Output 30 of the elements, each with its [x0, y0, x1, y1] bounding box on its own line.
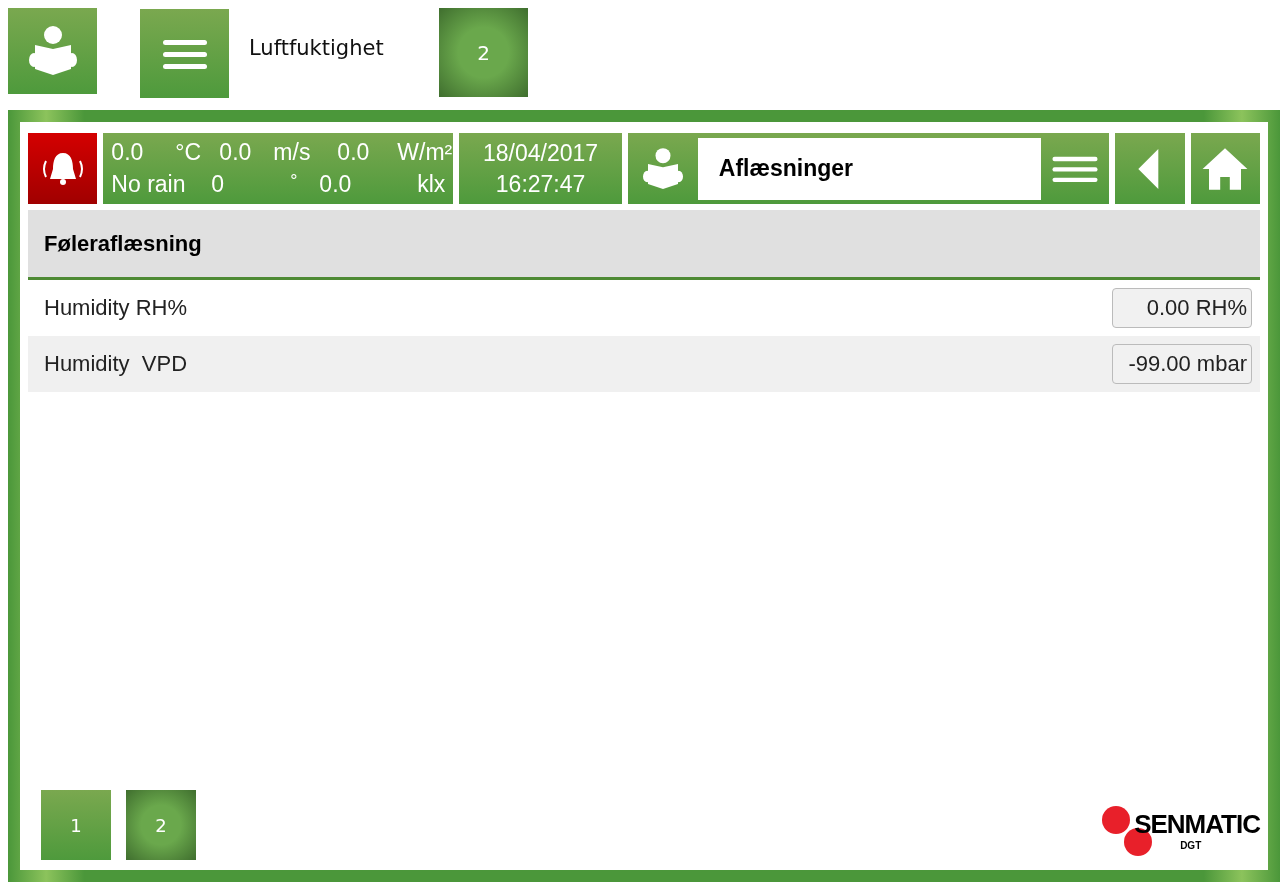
page-button[interactable]: 2 [126, 790, 196, 860]
reading-label: Humidity RH% [44, 295, 188, 321]
page-number: 2 [439, 8, 528, 97]
reading-value: -99.00 mbar [1112, 344, 1252, 384]
weather-value: °C [175, 139, 203, 167]
reader-button[interactable] [8, 8, 97, 94]
back-button[interactable] [1115, 133, 1185, 204]
weather-value: 0.0 [219, 139, 253, 167]
menu-button[interactable] [140, 9, 229, 98]
time-text: 16:27:47 [495, 169, 586, 199]
weather-value: W/m² [397, 139, 453, 167]
page-title: Luftfuktighet [249, 36, 385, 60]
section-title: Føleraflæsning [44, 230, 202, 257]
weather-value: m/s [273, 139, 312, 167]
home-button[interactable] [1190, 133, 1260, 204]
weather-value: klx [417, 170, 446, 198]
weather-value: No rain [111, 170, 187, 198]
reading-value: 0.00 RH% [1112, 288, 1252, 328]
weather-value: 0.0 [318, 170, 353, 198]
weather-value: 0 [211, 170, 226, 198]
screen-title: Aflæsninger [697, 137, 1042, 200]
logo-name: SENMATIC [1134, 809, 1260, 840]
logo-subtitle: DGT [1180, 840, 1203, 851]
alarm-button[interactable] [28, 133, 98, 204]
weather-value: 0.0 [337, 139, 371, 167]
page-button[interactable]: 1 [41, 790, 111, 860]
weather-value: ° [290, 170, 298, 193]
reading-label: Humidity VPD [44, 351, 188, 377]
weather-value: 0.0 [111, 139, 145, 167]
date-text: 18/04/2017 [483, 138, 599, 168]
